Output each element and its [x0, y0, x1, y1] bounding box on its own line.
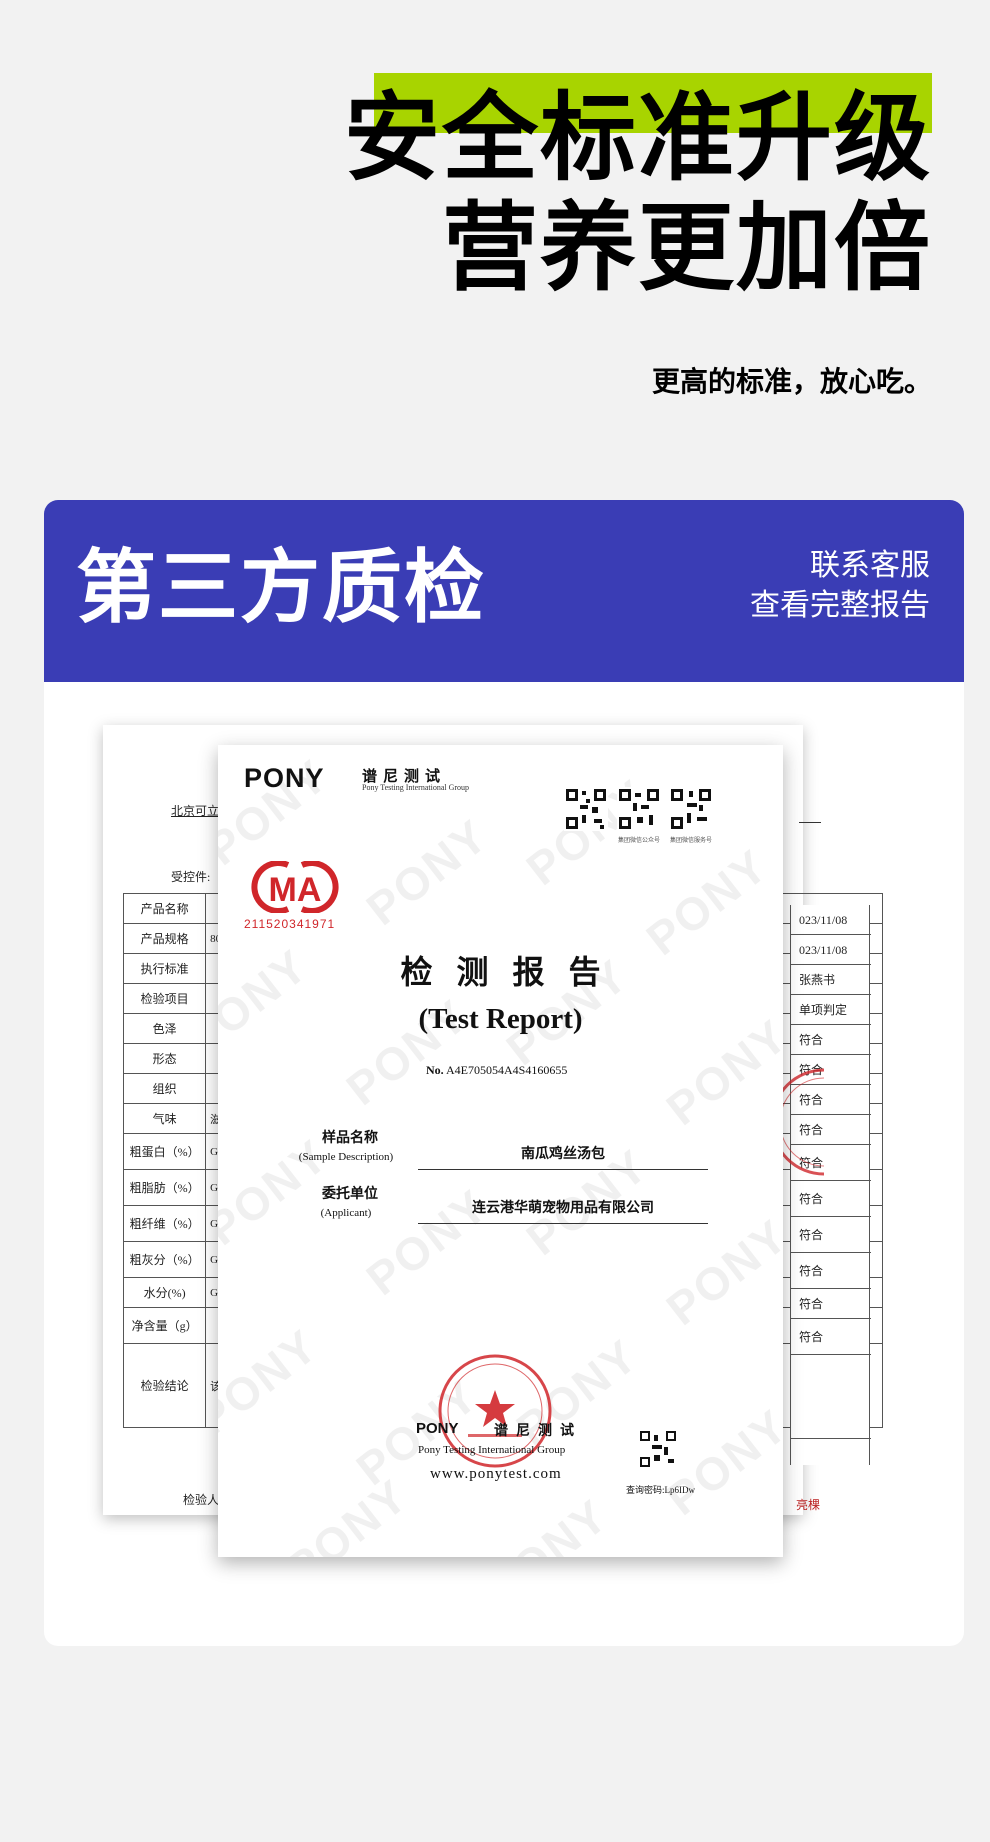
watermark-text: PONY: [356, 808, 498, 936]
hero-section: 安全标准升级 营养更加倍 更高的标准，放心吃。: [0, 0, 990, 470]
table-cell-label: 净含量（g）: [122, 1307, 207, 1344]
applicant-value: 连云港华萌宠物用品有限公司: [418, 1197, 708, 1224]
contact-service-link[interactable]: 联系客服 查看完整报告: [750, 546, 930, 626]
table-cell-label: 检验项目: [122, 983, 207, 1014]
table-cell-value: 单项判定: [791, 995, 871, 1025]
report-number-label: No.: [426, 1063, 444, 1077]
qr-caption: 集团微信服务号: [669, 838, 712, 844]
table-cell-label: 检验结论: [122, 1343, 207, 1428]
table-cell-label: 水分(%): [122, 1277, 207, 1308]
table-cell-label: 粗蛋白（%）: [122, 1133, 207, 1170]
table-cell-value: 023/11/08: [791, 935, 871, 965]
table-cell-value: 符合: [791, 1025, 871, 1055]
sample-label: 样品名称: [322, 1131, 378, 1146]
report-number: No. A4E705054A4S4160655: [426, 1063, 567, 1078]
watermark-text: PONY: [656, 1208, 783, 1336]
bottom-pony-logo: PONY: [416, 1420, 459, 1437]
hero-headline-line2: 营养更加倍: [442, 192, 932, 304]
table-cell-value: 符合: [791, 1319, 871, 1355]
query-password: 查询密码:Lp6IDw: [626, 1485, 695, 1495]
front-report-cover: PONY PONY PONY PONY PONY PONY PONY PONY PONY PONY…: [218, 745, 783, 1557]
pony-logo: PONY: [244, 763, 325, 794]
bottom-pony-cn: 谱尼测试: [494, 1424, 582, 1439]
qr-code-icon: [638, 1429, 678, 1469]
table-cell-value: 符合: [791, 1253, 871, 1289]
table-cell-value: 符合: [791, 1181, 871, 1217]
table-cell-value: [791, 1355, 871, 1439]
table-cell-label: 产品名称: [122, 893, 207, 924]
bottom-pony-en: Pony Testing International Group: [418, 1444, 566, 1456]
table-cell-value: 023/11/08: [791, 905, 871, 935]
table-cell-label: 粗灰分（%）: [122, 1241, 207, 1278]
back-report-rule: [799, 822, 821, 823]
hero-subtitle: 更高的标准，放心吃。: [651, 365, 932, 398]
back-report-client: 北京可立: [171, 804, 220, 818]
qr-code-icon: [617, 787, 661, 831]
contact-line1[interactable]: 联系客服: [750, 546, 930, 586]
qr-code-icon: [564, 787, 608, 831]
card-header: 第三方质检 联系客服 查看完整报告: [44, 500, 964, 682]
cma-logo-icon: MA: [251, 861, 339, 913]
contact-line2[interactable]: 查看完整报告: [750, 586, 930, 626]
pony-en-name: Pony Testing International Group: [362, 783, 470, 792]
table-cell-label: 执行标准: [122, 953, 207, 984]
table-cell-label: 气味: [122, 1103, 207, 1134]
cma-logo-text: MA: [269, 871, 322, 909]
watermark-text: PONY: [476, 1488, 618, 1557]
cma-number: 211520341971: [244, 917, 336, 931]
qr-code-icon: [669, 787, 713, 831]
report-number-value: A4E705054A4S4160655: [446, 1063, 568, 1077]
table-cell-label: 粗脂肪（%）: [122, 1169, 207, 1206]
table-cell-label: 组织: [122, 1073, 207, 1104]
table-cell-value: 符合: [791, 1289, 871, 1319]
report-title-cn: 检测报告: [400, 954, 625, 990]
table-cell-value: 张燕书: [791, 965, 871, 995]
back-report-ref-label: 受控件:: [171, 870, 211, 884]
table-cell-label: 色泽: [122, 1013, 207, 1044]
card-title: 第三方质检: [76, 541, 486, 634]
back-report-inspector: 检验人: [183, 1493, 220, 1507]
table-cell-value: 符合: [791, 1217, 871, 1253]
table-cell-label: 形态: [122, 1043, 207, 1074]
report-title-en: (Test Report): [418, 1003, 583, 1035]
back-report-right-column: 023/11/08 023/11/08 张燕书 单项判定 符合 符合 符合 符合 符合 符合 符合符…: [790, 905, 871, 1465]
sample-value: 南瓜鸡丝汤包: [418, 1143, 708, 1170]
watermark-text: PONY: [218, 1318, 328, 1446]
back-report-signature: 亮棵: [796, 1498, 821, 1512]
applicant-sub: (Applicant): [320, 1207, 372, 1219]
table-cell-label: 粗纤维（%）: [122, 1205, 207, 1242]
table-cell-label: 产品规格: [122, 923, 207, 954]
bottom-url[interactable]: www.ponytest.com: [430, 1466, 562, 1483]
pony-logo-text: PONY: [244, 763, 325, 793]
sample-sub: (Sample Description): [298, 1151, 394, 1163]
hero-headline-line1: 安全标准升级: [344, 82, 932, 194]
applicant-label: 委托单位: [322, 1187, 378, 1202]
qr-caption: 集团微信公众号: [617, 838, 660, 844]
